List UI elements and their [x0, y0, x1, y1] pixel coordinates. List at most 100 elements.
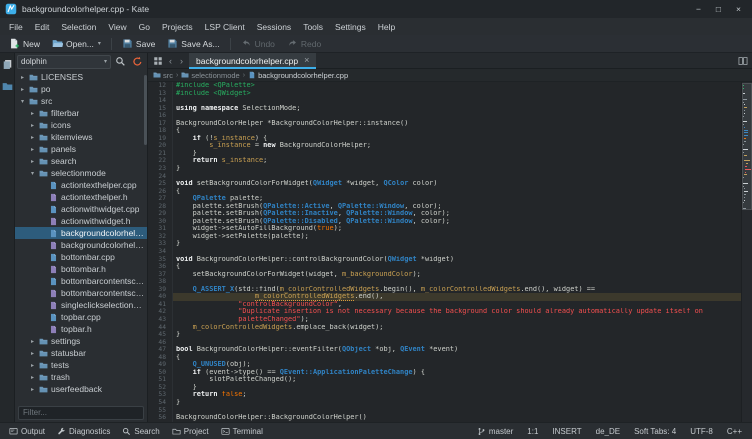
menu-sessions[interactable]: Sessions — [251, 22, 298, 32]
statusbar-1-1[interactable]: 1:1 — [520, 427, 545, 436]
code-line-28[interactable]: 28 palette.setBrush(QPalette::Active, QP… — [148, 203, 741, 211]
project-search-button[interactable] — [113, 55, 128, 69]
code-line-47[interactable]: 47bool BackgroundColorHelper::eventFilte… — [148, 346, 741, 354]
code-line-42[interactable]: 42 "Duplicate insertion is not necessary… — [148, 308, 741, 316]
tree-item-bottombarcontentscontainer-cpp[interactable]: bottombarcontentscontainer.cpp — [15, 275, 147, 287]
tree-item-backgroundcolorhelper-h[interactable]: backgroundcolorhelper.h — [15, 239, 147, 251]
code-line-23[interactable]: 23} — [148, 165, 741, 173]
menu-go[interactable]: Go — [133, 22, 156, 32]
tree-item-selectionmode[interactable]: ▾selectionmode — [15, 167, 147, 179]
split-view-button[interactable] — [735, 54, 750, 68]
code-line-51[interactable]: 51 slotPaletteChanged(); — [148, 376, 741, 384]
tree-item-panels[interactable]: ▸panels — [15, 143, 147, 155]
statusbar-diagnostics-button[interactable]: Diagnostics — [51, 423, 116, 439]
code-line-19[interactable]: 19 if (!s_instance) { — [148, 135, 741, 143]
code-line-27[interactable]: 27 QPalette palette; — [148, 195, 741, 203]
code-view[interactable]: 12#include <QPalette>13#include <QWidget… — [148, 82, 752, 422]
filesystem-toolview-button[interactable] — [0, 79, 15, 93]
tree-item-userfeedback[interactable]: ▸userfeedback — [15, 383, 147, 395]
statusbar-master[interactable]: master — [470, 427, 520, 436]
breadcrumb-item-selectionmode[interactable]: selectionmode — [181, 71, 239, 80]
code-line-17[interactable]: 17BackgroundColorHelper *BackgroundColor… — [148, 120, 741, 128]
code-line-52[interactable]: 52 } — [148, 384, 741, 392]
statusbar-project-button[interactable]: Project — [166, 423, 215, 439]
menu-file[interactable]: File — [3, 22, 29, 32]
code-line-14[interactable]: 14 — [148, 97, 741, 105]
tree-item-statusbar[interactable]: ▸statusbar — [15, 347, 147, 359]
close-button[interactable]: × — [730, 2, 747, 16]
tree-item-actionwithwidget-h[interactable]: actionwithwidget.h — [15, 215, 147, 227]
tree-item-po[interactable]: ▸po — [15, 83, 147, 95]
code-line-30[interactable]: 30 palette.setBrush(QPalette::Disabled, … — [148, 218, 741, 226]
menu-projects[interactable]: Projects — [156, 22, 199, 32]
project-reload-button[interactable] — [130, 55, 145, 69]
code-line-46[interactable]: 46 — [148, 339, 741, 347]
code-line-33[interactable]: 33} — [148, 240, 741, 248]
code-line-35[interactable]: 35void BackgroundColorHelper::controlBac… — [148, 256, 741, 264]
documents-toolview-button[interactable] — [0, 57, 15, 71]
statusbar-c[interactable]: C++ — [720, 427, 749, 436]
tree-item-bottombarcontentscontainer-h[interactable]: bottombarcontentscontainer.h — [15, 287, 147, 299]
project-selector[interactable]: dolphin ▾ — [17, 55, 111, 69]
quick-open-button[interactable] — [150, 54, 165, 68]
tab-backgroundcolorhelper-cpp[interactable]: backgroundcolorhelper.cpp × — [189, 53, 316, 69]
tree-item-actiontexthelper-cpp[interactable]: actiontexthelper.cpp — [15, 179, 147, 191]
tree-item-singleclickselectionproxystyle-h[interactable]: singleclickselectionproxystyle.h — [15, 299, 147, 311]
tree-item-src[interactable]: ▾src — [15, 95, 147, 107]
code-line-50[interactable]: 50 if (event->type() == QEvent::Applicat… — [148, 369, 741, 377]
statusbar-soft-tabs-4[interactable]: Soft Tabs: 4 — [627, 427, 683, 436]
menu-selection[interactable]: Selection — [55, 22, 102, 32]
code-line-40[interactable]: 40 m_colorControlledWidgets.end(), — [148, 293, 741, 301]
open-button[interactable]: Open...▾ — [47, 37, 106, 50]
statusbar-utf-8[interactable]: UTF-8 — [683, 427, 720, 436]
new-button[interactable]: New — [4, 37, 45, 50]
code-line-48[interactable]: 48{ — [148, 354, 741, 362]
code-line-54[interactable]: 54} — [148, 399, 741, 407]
tree-item-topbar-h[interactable]: topbar.h — [15, 323, 147, 335]
code-line-55[interactable]: 55 — [148, 407, 741, 415]
tree-item-tests[interactable]: ▸tests — [15, 359, 147, 371]
tree-item-backgroundcolorhelper-cpp[interactable]: backgroundcolorhelper.cpp — [15, 227, 147, 239]
code-line-22[interactable]: 22 return s_instance; — [148, 157, 741, 165]
titlebar[interactable]: backgroundcolorhelper.cpp - Kate − □ × — [0, 0, 752, 18]
tree-item-search[interactable]: ▸search — [15, 155, 147, 167]
tree-item-licenses[interactable]: ▸LICENSES — [15, 71, 147, 83]
code-line-37[interactable]: 37 setBackgroundColorForWidget(widget, m… — [148, 271, 741, 279]
statusbar-de-de[interactable]: de_DE — [589, 427, 627, 436]
minimap-scrollbar[interactable] — [741, 82, 752, 422]
tree-item-filterbar[interactable]: ▸filterbar — [15, 107, 147, 119]
code-line-15[interactable]: 15using namespace SelectionMode; — [148, 105, 741, 113]
menu-edit[interactable]: Edit — [29, 22, 56, 32]
code-line-41[interactable]: 41 "controlBackgroundColor", — [148, 301, 741, 309]
code-line-26[interactable]: 26{ — [148, 188, 741, 196]
code-line-43[interactable]: 43 paletteChanged"); — [148, 316, 741, 324]
tree-item-bottombar-h[interactable]: bottombar.h — [15, 263, 147, 275]
menu-settings[interactable]: Settings — [329, 22, 372, 32]
code-line-36[interactable]: 36{ — [148, 263, 741, 271]
maximize-button[interactable]: □ — [710, 2, 727, 16]
tree-item-actionwithwidget-cpp[interactable]: actionwithwidget.cpp — [15, 203, 147, 215]
statusbar-output-button[interactable]: Output — [3, 423, 51, 439]
code-line-32[interactable]: 32 widget->setPalette(palette); — [148, 233, 741, 241]
tree-item-bottombar-cpp[interactable]: bottombar.cpp — [15, 251, 147, 263]
code-line-45[interactable]: 45} — [148, 331, 741, 339]
tree-item-kitemviews[interactable]: ▸kitemviews — [15, 131, 147, 143]
breadcrumb-item-src[interactable]: src — [153, 71, 173, 80]
code-line-39[interactable]: 39 Q_ASSERT_X(std::find(m_colorControlle… — [148, 286, 741, 294]
code-line-53[interactable]: 53 return false; — [148, 391, 741, 399]
code-line-24[interactable]: 24 — [148, 173, 741, 181]
tree-item-trash[interactable]: ▸trash — [15, 371, 147, 383]
filter-input[interactable] — [18, 406, 144, 420]
menu-view[interactable]: View — [102, 22, 132, 32]
menu-lsp-client[interactable]: LSP Client — [199, 22, 251, 32]
code-line-12[interactable]: 12#include <QPalette> — [148, 82, 741, 90]
tree-item-topbar-cpp[interactable]: topbar.cpp — [15, 311, 147, 323]
tree-scrollbar[interactable] — [144, 75, 147, 145]
code-line-56[interactable]: 56BackgroundColorHelper::BackgroundColor… — [148, 414, 741, 422]
code-line-25[interactable]: 25void setBackgroundColorForWidget(QWidg… — [148, 180, 741, 188]
code-line-16[interactable]: 16 — [148, 112, 741, 120]
tree-item-actiontexthelper-h[interactable]: actiontexthelper.h — [15, 191, 147, 203]
code-line-34[interactable]: 34 — [148, 248, 741, 256]
code-line-13[interactable]: 13#include <QWidget> — [148, 90, 741, 98]
breadcrumb-item-backgroundcolorhelper-cpp[interactable]: backgroundcolorhelper.cpp — [248, 71, 348, 80]
